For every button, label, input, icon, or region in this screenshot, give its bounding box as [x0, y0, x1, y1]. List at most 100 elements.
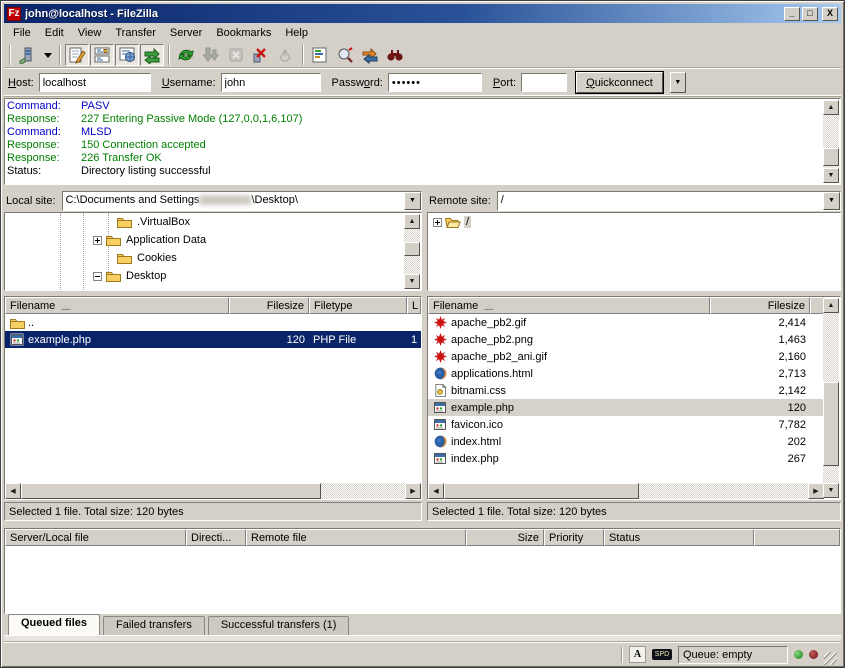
scroll-up-arrow[interactable]: ▲: [823, 298, 839, 313]
log-line: Status:Directory listing successful: [7, 165, 838, 178]
file-row-updir[interactable]: ..: [5, 314, 421, 331]
binoculars-icon: [386, 46, 404, 64]
column-filesize[interactable]: Filesize: [229, 297, 309, 314]
host-input[interactable]: [39, 73, 151, 92]
toggle-queue-button[interactable]: [140, 44, 164, 66]
tree-item[interactable]: Cookies: [5, 249, 421, 267]
local-site-combobox[interactable]: C:\Documents and Settings\Desktop\ ▼: [62, 191, 422, 211]
scroll-down-arrow[interactable]: ▼: [404, 274, 420, 289]
combo-dropdown-icon[interactable]: ▼: [823, 192, 840, 210]
scrollbar-thumb[interactable]: [823, 382, 839, 466]
expand-plus-icon[interactable]: [433, 218, 442, 227]
file-row-selected[interactable]: example.php 120: [428, 399, 824, 416]
filezilla-window: Fz john@localhost - FileZilla _ □ X File…: [0, 0, 845, 668]
file-row[interactable]: index.html 202: [428, 433, 824, 450]
scroll-right-arrow[interactable]: ▶: [808, 483, 824, 499]
tree-item[interactable]: .VirtualBox: [5, 213, 421, 231]
column-priority[interactable]: Priority: [544, 529, 604, 546]
scrollbar-thumb[interactable]: [21, 483, 321, 499]
remote-horizontal-scrollbar[interactable]: ◀ ▶: [428, 483, 824, 499]
column-filename[interactable]: Filename: [428, 297, 710, 314]
file-row[interactable]: favicon.ico 7,782: [428, 416, 824, 433]
remote-directory-tree[interactable]: /: [427, 212, 841, 291]
toggle-message-log-button[interactable]: [65, 44, 89, 66]
tree-item[interactable]: /: [428, 213, 840, 231]
expand-minus-icon[interactable]: [93, 272, 102, 281]
username-input[interactable]: [221, 73, 321, 92]
column-filename[interactable]: Filename: [5, 297, 229, 314]
file-row[interactable]: apache_pb2.png 1,463: [428, 331, 824, 348]
synchronized-browsing-button[interactable]: [358, 44, 382, 66]
column-remote-file[interactable]: Remote file: [246, 529, 466, 546]
scroll-right-arrow[interactable]: ▶: [405, 483, 421, 499]
scroll-left-arrow[interactable]: ◀: [5, 483, 21, 499]
scroll-down-arrow[interactable]: ▼: [823, 168, 839, 183]
tab-failed-transfers[interactable]: Failed transfers: [103, 616, 205, 635]
menu-file[interactable]: File: [6, 25, 38, 41]
speed-limit-indicator-icon[interactable]: SPD: [652, 649, 672, 660]
filter-button[interactable]: [308, 44, 332, 66]
password-input[interactable]: [388, 73, 482, 92]
menu-bookmarks[interactable]: Bookmarks: [209, 25, 278, 41]
toggle-remote-tree-button[interactable]: [115, 44, 139, 66]
file-row[interactable]: apache_pb2.gif 2,414: [428, 314, 824, 331]
tree-item[interactable]: Desktop: [5, 267, 421, 285]
scrollbar-thumb[interactable]: [444, 483, 639, 499]
column-server-local-file[interactable]: Server/Local file: [5, 529, 186, 546]
remote-site-combobox[interactable]: / ▼: [497, 191, 841, 211]
message-log: Command:PASV Response:227 Entering Passi…: [4, 98, 841, 185]
column-size[interactable]: Size: [466, 529, 544, 546]
cancel-operation-button[interactable]: [224, 44, 248, 66]
expand-plus-icon[interactable]: [93, 236, 102, 245]
minimize-button[interactable]: _: [784, 7, 800, 21]
local-horizontal-scrollbar[interactable]: ◀ ▶: [5, 483, 421, 499]
file-row[interactable]: bitnami.css 2,142: [428, 382, 824, 399]
column-status[interactable]: Status: [604, 529, 754, 546]
scroll-up-arrow[interactable]: ▲: [823, 100, 839, 115]
transfer-type-indicator-icon[interactable]: A: [629, 646, 646, 663]
column-direction[interactable]: Directi...: [186, 529, 246, 546]
tab-successful-transfers[interactable]: Successful transfers (1): [208, 616, 350, 635]
column-filesize[interactable]: Filesize: [710, 297, 810, 314]
scrollbar-thumb[interactable]: [823, 148, 839, 166]
process-queue-button[interactable]: [199, 44, 223, 66]
local-tree-vertical-scrollbar[interactable]: ▲ ▼: [404, 214, 420, 289]
toggle-local-tree-button[interactable]: [90, 44, 114, 66]
directory-comparison-button[interactable]: [333, 44, 357, 66]
remote-list-header: Filename Filesize: [428, 297, 824, 314]
scroll-up-arrow[interactable]: ▲: [404, 214, 420, 229]
site-manager-dropdown-button[interactable]: [40, 44, 55, 66]
maximize-button[interactable]: □: [802, 7, 818, 21]
column-last-modified[interactable]: L: [407, 297, 421, 314]
resize-grip[interactable]: [824, 652, 837, 665]
tree-item-label: .VirtualBox: [135, 216, 192, 228]
close-button[interactable]: X: [822, 7, 838, 21]
tree-item[interactable]: Application Data: [5, 231, 421, 249]
menu-transfer[interactable]: Transfer: [108, 25, 163, 41]
scroll-left-arrow[interactable]: ◀: [428, 483, 444, 499]
tab-queued-files[interactable]: Queued files: [8, 614, 100, 635]
find-files-button[interactable]: [383, 44, 407, 66]
log-vertical-scrollbar[interactable]: ▲ ▼: [823, 100, 839, 183]
file-row[interactable]: apache_pb2_ani.gif 2,160: [428, 348, 824, 365]
menu-view[interactable]: View: [71, 25, 109, 41]
site-manager-button[interactable]: [15, 44, 39, 66]
remote-vertical-scrollbar[interactable]: ▲ ▼: [823, 298, 839, 498]
scroll-down-arrow[interactable]: ▼: [823, 483, 839, 498]
menu-server[interactable]: Server: [163, 25, 209, 41]
file-row[interactable]: index.php 267: [428, 450, 824, 467]
file-row-selected[interactable]: example.php 120 PHP File 1: [5, 331, 421, 348]
file-row[interactable]: applications.html 2,713: [428, 365, 824, 382]
column-filetype[interactable]: Filetype: [309, 297, 407, 314]
scrollbar-thumb[interactable]: [404, 242, 420, 256]
disconnect-button[interactable]: [249, 44, 273, 66]
quickconnect-dropdown-button[interactable]: ▼: [670, 72, 686, 93]
reconnect-button[interactable]: [274, 44, 298, 66]
quickconnect-button[interactable]: Quickconnect: [576, 72, 663, 93]
refresh-button[interactable]: [174, 44, 198, 66]
menu-help[interactable]: Help: [278, 25, 315, 41]
local-directory-tree[interactable]: .VirtualBox Application Data Cookies Des…: [4, 212, 422, 291]
menu-edit[interactable]: Edit: [38, 25, 71, 41]
port-input[interactable]: [521, 73, 567, 92]
combo-dropdown-icon[interactable]: ▼: [404, 192, 421, 210]
